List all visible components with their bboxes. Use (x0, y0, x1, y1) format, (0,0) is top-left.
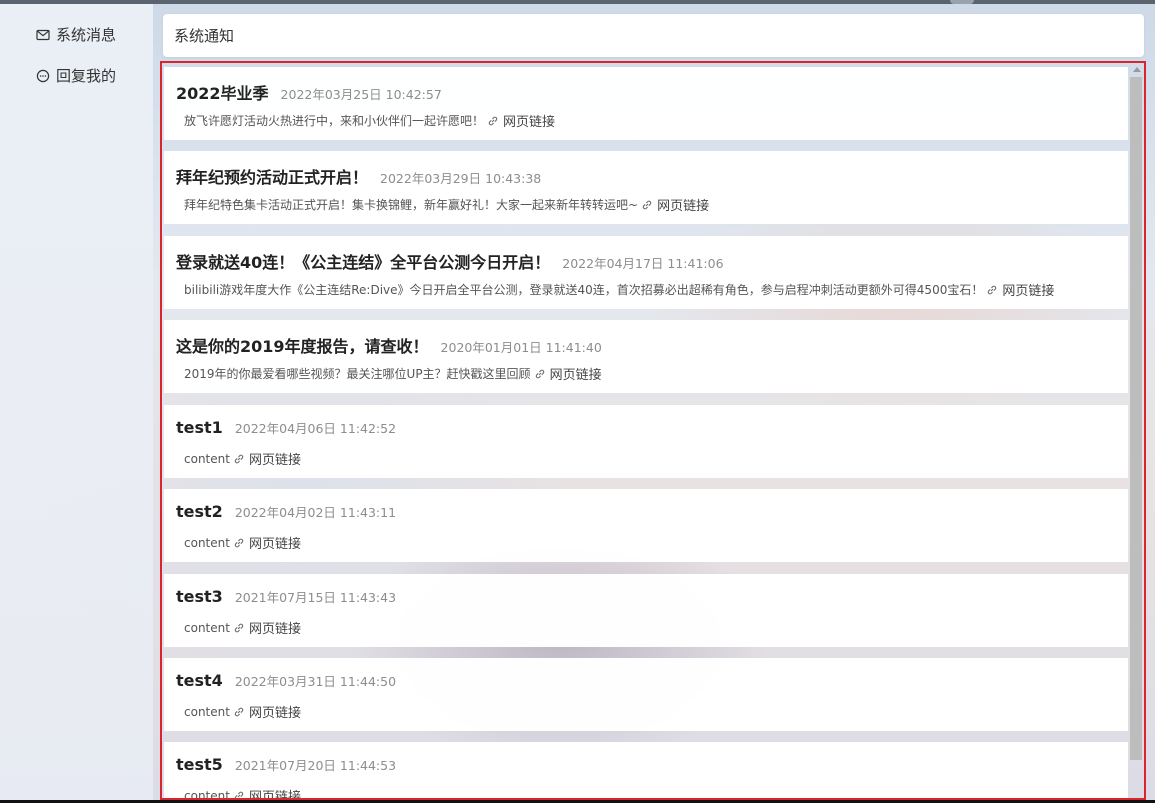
message-content: 拜年纪特色集卡活动正式开启！集卡换锦鲤，新年赢好礼！大家一起来新年转转运吧~ (184, 198, 639, 212)
link-icon (642, 200, 652, 209)
web-link[interactable]: 网页链接 (487, 111, 555, 130)
message-card[interactable]: test5 2021年07月20日 11:44:53 content 网页链接 (164, 742, 1128, 800)
page-title: 系统通知 (174, 27, 235, 45)
message-card[interactable]: test4 2022年03月31日 11:44:50 content 网页链接 (164, 658, 1128, 731)
message-card[interactable]: test2 2022年04月02日 11:43:11 content 网页链接 (164, 489, 1128, 562)
message-title: test1 (176, 418, 223, 437)
link-icon (234, 454, 244, 463)
message-time: 2022年03月25日 10:42:57 (280, 87, 442, 102)
message-content: 2019年的你最爱看哪些视频？最关注哪位UP主？赶快戳这里回顾 (184, 367, 531, 381)
link-icon (988, 285, 997, 294)
message-card[interactable]: test1 2022年04月06日 11:42:52 content 网页链接 (164, 405, 1128, 478)
chat-bubble-icon (36, 69, 50, 83)
message-title: test3 (176, 587, 223, 606)
scroll-thumb[interactable] (1130, 77, 1142, 760)
message-content: bilibili游戏年度大作《公主连结Re:Dive》今日开启全平台公测，登录就… (184, 283, 984, 297)
message-time: 2022年04月17日 11:41:06 (562, 256, 724, 271)
message-content: content (184, 620, 230, 635)
message-card[interactable]: 拜年纪预约活动正式开启！ 2022年03月29日 10:43:38 拜年纪特色集… (164, 151, 1128, 224)
web-link-label: 网页链接 (248, 537, 301, 552)
sidebar-item-label: 回复我的 (56, 67, 117, 85)
web-link[interactable]: 网页链接 (233, 786, 301, 800)
avatar[interactable] (950, 0, 974, 4)
top-strip (0, 0, 1155, 4)
message-list[interactable]: 2022毕业季 2022年03月25日 10:42:57 放飞许愿灯活动火热进行… (160, 61, 1146, 800)
vertical-scrollbar[interactable] (1130, 67, 1144, 798)
link-icon (234, 623, 244, 632)
message-time: 2021年07月15日 11:43:43 (234, 590, 397, 605)
web-link[interactable]: 网页链接 (233, 702, 301, 721)
page-header: 系统通知 (163, 14, 1144, 57)
web-link-label: 网页链接 (657, 199, 710, 214)
web-link-label: 网页链接 (248, 706, 301, 721)
link-icon (234, 791, 244, 798)
message-title: test4 (176, 671, 223, 690)
message-title: test5 (176, 755, 223, 774)
message-card[interactable]: 这是你的2019年度报告，请查收！ 2020年01月01日 11:41:40 2… (164, 320, 1128, 393)
link-icon (488, 116, 498, 125)
web-link[interactable]: 网页链接 (534, 364, 602, 383)
link-icon (535, 369, 544, 378)
web-link[interactable]: 网页链接 (233, 618, 301, 637)
message-title: test2 (176, 502, 223, 521)
message-time: 2022年04月02日 11:43:11 (234, 505, 397, 520)
web-link[interactable]: 网页链接 (233, 533, 301, 552)
mail-icon (36, 28, 50, 42)
message-title: 拜年纪预约活动正式开启！ (176, 168, 369, 187)
web-link-label: 网页链接 (1002, 284, 1055, 299)
web-link-label: 网页链接 (248, 453, 301, 468)
web-link-label: 网页链接 (503, 115, 556, 130)
sidebar: 系统消息 回复我的 (0, 4, 153, 800)
message-time: 2022年03月29日 10:43:38 (380, 171, 542, 186)
web-link-label: 网页链接 (549, 368, 602, 383)
link-icon (234, 707, 244, 716)
message-time: 2021年07月20日 11:44:53 (234, 758, 397, 773)
message-title: 这是你的2019年度报告，请查收！ (176, 337, 429, 356)
sidebar-item-label: 系统消息 (56, 26, 117, 44)
sidebar-item-system-messages[interactable]: 系统消息 (36, 24, 116, 46)
message-time: 2022年03月31日 11:44:50 (234, 674, 397, 689)
message-title: 登录就送40连！《公主连结》全平台公测今日开启！ (176, 253, 551, 272)
app-background: 系统消息 回复我的 系统通知 2022毕业季 2022年03月25日 10:42… (0, 0, 1155, 800)
web-link-label: 网页链接 (248, 790, 301, 800)
message-list-inner: 2022毕业季 2022年03月25日 10:42:57 放飞许愿灯活动火热进行… (164, 67, 1142, 800)
message-content: content (184, 535, 230, 550)
message-time: 2020年01月01日 11:41:40 (440, 340, 602, 355)
message-time: 2022年04月06日 11:42:52 (234, 421, 397, 436)
web-link-label: 网页链接 (248, 622, 301, 637)
link-icon (234, 538, 244, 547)
web-link[interactable]: 网页链接 (986, 280, 1054, 299)
web-link[interactable]: 网页链接 (233, 449, 301, 468)
scroll-up-arrow-icon[interactable] (1133, 67, 1141, 72)
message-card[interactable]: 登录就送40连！《公主连结》全平台公测今日开启！ 2022年04月17日 11:… (164, 236, 1128, 309)
sidebar-item-replies[interactable]: 回复我的 (36, 65, 116, 87)
message-content: 放飞许愿灯活动火热进行中，来和小伙伴们一起许愿吧！ (184, 114, 485, 128)
message-title: 2022毕业季 (176, 84, 269, 103)
message-content: content (184, 704, 230, 719)
message-content: content (184, 788, 230, 800)
message-card[interactable]: 2022毕业季 2022年03月25日 10:42:57 放飞许愿灯活动火热进行… (164, 67, 1128, 140)
web-link[interactable]: 网页链接 (641, 195, 709, 214)
message-content: content (184, 451, 230, 466)
message-card[interactable]: test3 2021年07月15日 11:43:43 content 网页链接 (164, 574, 1128, 647)
